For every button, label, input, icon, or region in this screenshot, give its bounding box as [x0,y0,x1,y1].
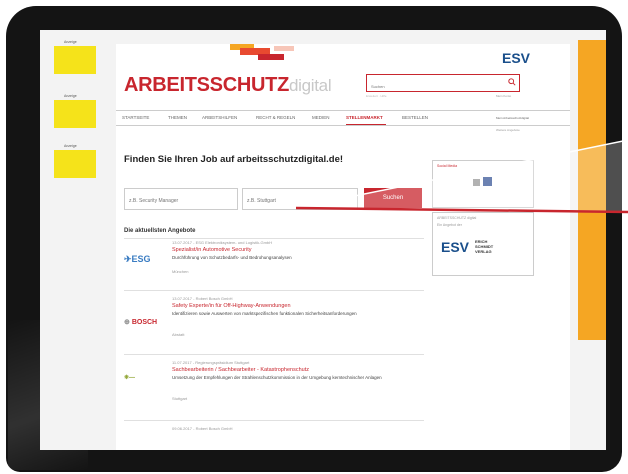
social-media-box: Social Media [432,160,534,208]
job-desc: Identifizieren sowie Auswerten von markt… [172,311,357,316]
job-meta: 13.07.2017 - ESG Elektroniksystem- und L… [172,240,273,245]
job-meta: 09.06.2017 - Robert Bosch GmbH [172,426,233,431]
job-input[interactable] [129,198,229,204]
nav-item-themen[interactable]: THEMEN [168,115,187,120]
job-desc: Umsetzung der Empfehlungen der Strahlens… [172,375,382,380]
divider [124,238,424,239]
twitter-icon[interactable] [473,179,480,186]
social-title: Social Media [437,164,458,168]
job-location: München [172,269,189,274]
esv-publisher-name: ERICH SCHMIDT VERLAG [475,239,494,254]
ad-label: Anzeige [64,144,77,148]
publisher-sub: Ein Angebot der [437,223,462,227]
company-logo: ❈— [124,375,136,381]
job-title[interactable]: Spezialist/in Automotive Security [172,247,251,253]
nav-right-link[interactable]: Mein Arbeitsschutzdigital [496,116,529,120]
divider [124,354,424,355]
location-input[interactable] [247,198,347,204]
esv-publisher-logo[interactable]: ESV [441,239,469,255]
section-title: Die aktuellsten Angebote [124,228,196,234]
job-desc: Durchführung von Schutzbedarfs- und Bedr… [172,255,292,260]
logo-stripes [230,44,300,64]
company-logo: ⊕ BOSCH [124,319,158,326]
search-button[interactable]: Suchen [364,188,422,208]
esv-logo[interactable]: ESV [502,50,530,66]
nav-item-bestellen[interactable]: BESTELLEN [402,115,428,120]
ad-label: Anzeige [64,40,77,44]
job-meta: 11.07.2017 - Regierungspräsidium Stuttga… [172,360,250,365]
facebook-icon[interactable] [483,177,492,186]
divider [124,290,424,291]
nav-item-start[interactable]: STARTSEITE [122,115,149,120]
publisher-box: ARBEITSSCHUTZ digital Ein Angebot der ES… [432,212,534,276]
job-location: Abstatt [172,332,185,337]
active-underline [346,124,386,125]
tablet-photo: Anzeige Anzeige Anzeige ARBEITSSCHUTZdig… [0,0,628,474]
search-hint[interactable]: Erweitert · Hilfe [366,94,387,98]
left-ad-3[interactable] [54,150,96,178]
company-logo: ✈ESG [124,254,151,264]
left-ad-1[interactable] [54,46,96,74]
job-location: Stuttgart [172,396,188,401]
ad-label: Anzeige [64,94,77,98]
job-title[interactable]: Sachbearbeiterin / Sachbearbeiter - Kata… [172,367,309,373]
site-search[interactable] [366,74,520,92]
page-headline: Finden Sie Ihren Job auf arbeitsschutzdi… [124,154,344,165]
nav-item-medien[interactable]: MEDIEN [312,115,330,120]
publisher-title: ARBEITSSCHUTZ digital [437,216,477,220]
job-title[interactable]: Safety Experte/in für Off-Highway-Anwend… [172,303,291,309]
job-meta: 13.07.2017 - Robert Bosch GmbH [172,296,233,301]
more-offers-link[interactable]: Weitere Angebote [496,128,520,132]
website: ARBEITSSCHUTZdigital ESV Erweitert · Hil… [116,44,570,450]
nav-item-stellenmarkt[interactable]: STELLENMARKT [346,115,383,120]
divider [124,420,424,421]
login-link[interactable]: Mein Konto [496,94,511,98]
nav-item-arbeitshilfen[interactable]: ARBEITSHILFEN [202,115,237,120]
location-field[interactable] [242,188,358,210]
search-input[interactable] [371,84,491,89]
tablet-screen: Anzeige Anzeige Anzeige ARBEITSSCHUTZdig… [40,30,606,450]
main-nav: STARTSEITE THEMEN ARBEITSHILFEN RECHT & … [116,110,570,126]
nav-item-recht[interactable]: RECHT & REGELN [256,115,295,120]
search-icon[interactable] [508,78,516,86]
right-banner-ad[interactable] [578,40,606,340]
site-logo[interactable]: ARBEITSSCHUTZdigital [124,74,332,97]
left-ad-2[interactable] [54,100,96,128]
job-field[interactable] [124,188,238,210]
